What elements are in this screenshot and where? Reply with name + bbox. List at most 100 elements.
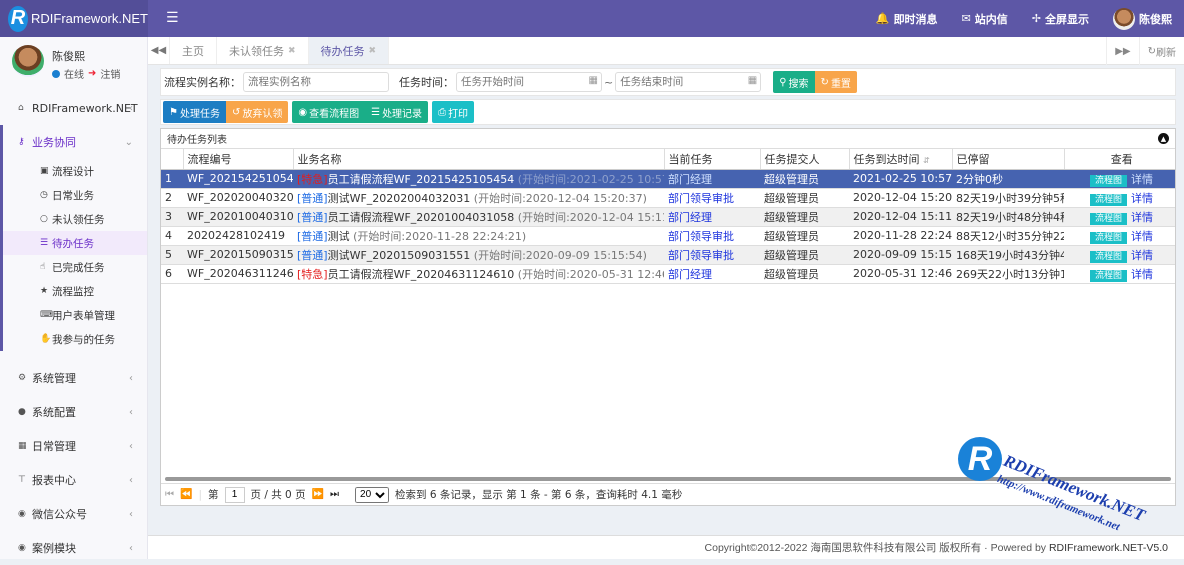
col-stay[interactable]: 已停留 <box>952 149 1065 170</box>
sidebar-item-label: 微信公众号 <box>32 508 87 521</box>
next-page-icon[interactable]: ⏩ <box>312 489 324 500</box>
logout-link[interactable]: 注销 <box>100 66 120 81</box>
online-status: 在线 <box>64 70 84 81</box>
sort-icon[interactable]: ⇵ <box>923 156 930 165</box>
instant-message-button[interactable]: 🔔 即时消息 <box>876 11 938 27</box>
col-submitter[interactable]: 任务提交人 <box>760 149 850 170</box>
sidebar-item-config[interactable]: ● 系统配置 ‹ <box>0 395 147 429</box>
sidebar-user-name: 陈俊熙 <box>52 50 85 63</box>
detail-link[interactable]: 详情 <box>1131 192 1153 205</box>
handle-task-button[interactable]: ⚑ 处理任务 <box>163 101 226 123</box>
table-row[interactable]: 2WF_20202004032031[普通]测试WF_2020200403203… <box>161 188 1175 208</box>
submitter: 超级管理员 <box>760 169 849 189</box>
tab-todo[interactable]: 待办任务 ✖ <box>308 37 390 64</box>
pager-separator: | <box>198 488 202 501</box>
sidebar-item-daily-business[interactable]: ◷ 日常业务 <box>3 183 147 207</box>
process-records-button[interactable]: ☰ 处理记录 <box>365 101 429 123</box>
detail-link[interactable]: 详情 <box>1131 230 1153 243</box>
tab-scroll-left-icon[interactable]: ◀◀ <box>148 37 170 64</box>
inbox-button[interactable]: ✉ 站内信 <box>962 11 1008 27</box>
page-size-select[interactable]: 20 <box>355 486 390 503</box>
envelope-icon: ✉ <box>961 12 971 25</box>
last-page-icon[interactable]: ⏭ <box>330 489 339 500</box>
horizontal-scrollbar[interactable] <box>165 477 1171 481</box>
close-icon[interactable]: ✖ <box>288 46 296 56</box>
detail-link[interactable]: 详情 <box>1131 249 1153 262</box>
table-row[interactable]: 1WF_20215425105454[特急]员工请假流程WF_202154251… <box>161 169 1175 189</box>
col-arrive-time[interactable]: 任务到达时间 ⇵ <box>849 149 953 170</box>
print-button[interactable]: ⎙ 打印 <box>432 101 475 123</box>
sidebar-item-flow-design[interactable]: ▣ 流程设计 <box>3 159 147 183</box>
current-task-link[interactable]: 部门经理 <box>668 173 712 186</box>
user-avatar <box>1113 7 1135 30</box>
instance-name-input[interactable] <box>243 72 389 92</box>
flowchart-button[interactable]: 流程图 <box>1089 231 1127 244</box>
grid-title-text: 待办任务列表 <box>167 135 227 146</box>
sidebar-item-business[interactable]: ⚷ 业务协同 ⌄ <box>3 125 147 159</box>
flowchart-button[interactable]: 流程图 <box>1089 250 1127 263</box>
filter-icon: ⊤ <box>18 475 26 485</box>
prev-page-icon[interactable]: ⏪ <box>180 489 192 500</box>
tab-unclaimed[interactable]: 未认领任务 ✖ <box>217 37 309 64</box>
detail-link[interactable]: 详情 <box>1131 211 1153 224</box>
pager-summary: 检索到 6 条记录，显示 第 1 条 - 第 6 条，查询耗时 4.1 毫秒 <box>395 489 683 501</box>
detail-link[interactable]: 详情 <box>1131 173 1153 186</box>
user-menu[interactable]: 陈俊熙 <box>1113 7 1172 30</box>
calendar-icon[interactable]: ▦ <box>589 75 598 86</box>
col-name[interactable]: 业务名称 <box>293 149 665 170</box>
app-title: RDIFramework.NET <box>30 11 148 26</box>
reset-button[interactable]: ↻ 重置 <box>814 71 857 93</box>
first-page-icon[interactable]: ⏮ <box>165 489 174 500</box>
current-task-link[interactable]: 部门经理 <box>668 211 712 224</box>
calendar-icon[interactable]: ▦ <box>748 75 757 86</box>
detail-link[interactable]: 详情 <box>1131 268 1153 281</box>
sidebar-item-daily[interactable]: ▦ 日常管理 ‹ <box>0 429 147 463</box>
sidebar-item-completed[interactable]: ☝ 已完成任务 <box>3 255 147 279</box>
view-flowchart-button[interactable]: ◉ 查看流程图 <box>292 101 366 123</box>
logout-icon[interactable]: ➜ <box>88 68 96 79</box>
sidebar-item-todo[interactable]: ☰ 待办任务 <box>3 231 147 255</box>
table-row[interactable]: 5WF_20201509031551[普通]测试WF_2020150903155… <box>161 245 1175 265</box>
refresh-button[interactable]: ↻ 刷新 <box>1138 37 1184 65</box>
hamburger-icon[interactable]: ☰ <box>166 10 179 26</box>
table-row[interactable]: 3WF_20201004031058[普通]员工请假流程WF_202010040… <box>161 207 1175 227</box>
submitter: 超级管理员 <box>760 207 849 227</box>
current-task-link[interactable]: 部门经理 <box>668 268 712 281</box>
table-row[interactable]: 6WF_20204631124610[特急]员工请假流程WF_202046311… <box>161 264 1175 284</box>
brand-logo[interactable]: R RDIFramework.NET <box>0 0 148 37</box>
flowchart-button[interactable]: 流程图 <box>1089 269 1127 282</box>
flowchart-button[interactable]: 流程图 <box>1089 174 1127 187</box>
close-icon[interactable]: ✖ <box>369 46 377 56</box>
start-time-input[interactable] <box>456 72 602 92</box>
sidebar-item-cases[interactable]: ◉ 案例模块 ‹ <box>0 531 147 565</box>
view-actions: 流程图 详情 <box>1064 226 1175 246</box>
abandon-claim-button[interactable]: ↺ 放弃认领 <box>225 101 289 123</box>
flow-code: 20202428102419 <box>183 226 293 246</box>
row-number: 4 <box>161 226 183 246</box>
tab-home[interactable]: 主页 <box>170 37 217 64</box>
sidebar-item-root[interactable]: ⌂ RDIFramework.NET ‹ <box>0 91 147 125</box>
sidebar-item-reports[interactable]: ⊤ 报表中心 ‹ <box>0 463 147 497</box>
col-code[interactable]: 流程编号 <box>183 149 294 170</box>
current-task-link[interactable]: 部门领导审批 <box>668 192 734 205</box>
sidebar-item-system[interactable]: ⚙ 系统管理 ‹ <box>0 361 147 395</box>
flowchart-button[interactable]: 流程图 <box>1089 212 1127 225</box>
current-task-link[interactable]: 部门领导审批 <box>668 230 734 243</box>
fullscreen-button[interactable]: ✢ 全屏显示 <box>1032 11 1089 27</box>
collapse-icon[interactable]: ▲ <box>1158 133 1169 144</box>
col-current-task[interactable]: 当前任务 <box>664 149 761 170</box>
table-row[interactable]: 4 20202428102419 [普通]测试 (开始时间:2020-11-28 2… <box>161 226 1175 246</box>
sidebar-item-participated[interactable]: ✋ 我参与的任务 <box>3 327 147 351</box>
arrive-time: 2020-05-31 12:46 <box>849 264 952 284</box>
sidebar-item-wechat[interactable]: ◉ 微信公众号 ‹ <box>0 497 147 531</box>
end-time-input[interactable] <box>615 72 762 92</box>
sidebar-item-monitor[interactable]: ★ 流程监控 <box>3 279 147 303</box>
search-button[interactable]: ⚲ 搜索 <box>773 71 815 93</box>
sidebar-item-unclaimed[interactable]: ○ 未认领任务 <box>3 207 147 231</box>
page-number-input[interactable] <box>224 486 245 503</box>
current-task-link[interactable]: 部门领导审批 <box>668 249 734 262</box>
sidebar-item-forms[interactable]: ⌨ 用户表单管理 <box>3 303 147 327</box>
tab-scroll-right-icon[interactable]: ▶▶ <box>1106 37 1138 65</box>
flowchart-button[interactable]: 流程图 <box>1089 193 1127 206</box>
current-task: 部门领导审批 <box>664 188 760 208</box>
